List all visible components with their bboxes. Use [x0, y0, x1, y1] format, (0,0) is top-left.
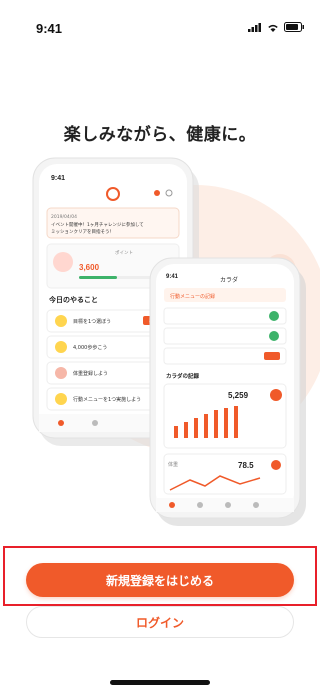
phone2-subtitle: 行動メニューの記録 — [170, 293, 215, 300]
phone1-points-label: ポイント — [115, 249, 133, 256]
phone1-banner-date: 2019/04/04 — [51, 214, 77, 220]
login-button[interactable]: ログイン — [26, 606, 294, 638]
svg-text:体重登録しよう: 体重登録しよう — [73, 370, 108, 377]
phone1-banner-text-2: ミッションクリアを目指そう！ — [51, 228, 114, 235]
app-preview-graphic: 9:41 2019/04/04 イベント開催中！1ヶ月チャレンジに参加して ミッ… — [32, 157, 320, 526]
status-bar: 9:41 — [0, 0, 320, 40]
svg-text:目標を1つ選ぼう: 目標を1つ選ぼう — [73, 318, 111, 325]
phone1-banner-text-1: イベント開催中！1ヶ月チャレンジに参加して — [51, 221, 144, 228]
signal-icon — [248, 22, 261, 32]
wifi-icon — [268, 24, 278, 32]
signup-button[interactable]: 新規登録をはじめる — [26, 563, 294, 597]
home-indicator — [110, 680, 210, 685]
hero-illustration: 9:41 2019/04/04 イベント開催中！1ヶ月チャレンジに参加して ミッ… — [0, 150, 320, 550]
phone2-time: 9:41 — [166, 274, 179, 280]
phone2-section: カラダの記録 — [166, 372, 200, 380]
phone2-menu-item-2 — [163, 327, 287, 345]
phone2-steps-value: 5,259 — [228, 391, 249, 400]
svg-text:行動メニューを1つ実施しよう: 行動メニューを1つ実施しよう — [73, 396, 141, 403]
phone2-title: カラダ — [220, 276, 238, 284]
phone1-section-title: 今日のやること — [48, 295, 98, 304]
phone1-points-value: 3,600 — [79, 263, 100, 272]
headline: 楽しみながら、健康に。 — [63, 125, 257, 145]
status-time: 9:41 — [36, 21, 63, 36]
svg-text:4,000歩歩こう: 4,000歩歩こう — [73, 344, 107, 351]
battery-icon — [284, 22, 304, 32]
phone2-menu-item-1 — [163, 307, 287, 325]
phone2-weight-label: 体重 — [168, 461, 178, 468]
phone-mockup-body: 9:41 カラダ 行動メニューの記録 カラダの記録 5,259 体重 78.5 — [149, 257, 306, 526]
phone2-menu-item-3 — [163, 347, 287, 365]
phone2-weight-value: 78.5 — [238, 461, 254, 470]
phone1-time: 9:41 — [51, 175, 65, 182]
status-icons — [248, 22, 304, 32]
